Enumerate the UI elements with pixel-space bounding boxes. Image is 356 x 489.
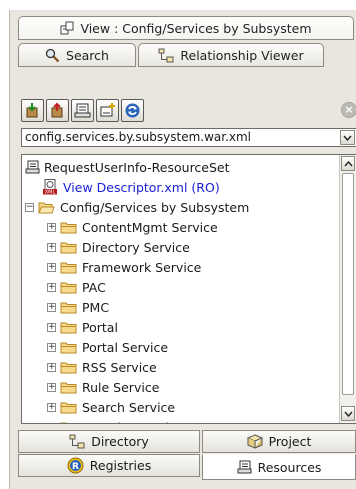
tab-registries-label: Registries [89, 458, 152, 473]
tab-relationship-label: Relationship Viewer [180, 47, 304, 63]
tree-item-label: Search Service [82, 399, 176, 415]
explorer-panel: View : Config/Services by Subsystem Sear… [9, 10, 356, 489]
resource-set-icon [74, 103, 91, 118]
vertical-scrollbar[interactable] [339, 155, 356, 423]
new-resource-icon [100, 103, 115, 117]
tab-resources-label: Resources [257, 459, 322, 475]
tree-item[interactable]: + Security Service [47, 417, 184, 424]
expand-icon[interactable]: + [47, 342, 56, 352]
directory-icon [69, 434, 85, 449]
tree-item-label: Portal [82, 319, 118, 335]
svg-text:R: R [72, 462, 79, 472]
collapse-icon[interactable]: − [25, 202, 34, 212]
scrollbar-thumb[interactable] [342, 173, 354, 395]
expand-icon[interactable]: + [47, 262, 56, 272]
tree-item[interactable]: + Portal Service [47, 337, 168, 357]
tree-group[interactable]: − Config/Services by Subsystem [25, 197, 249, 217]
export-button[interactable] [46, 99, 69, 122]
resources-icon [237, 460, 252, 474]
expand-icon[interactable]: + [47, 242, 56, 252]
scroll-up-icon[interactable] [341, 156, 355, 171]
tree-item-label: Rule Service [82, 379, 160, 395]
tree-group-label: Config/Services by Subsystem [60, 199, 250, 215]
refresh-button[interactable] [121, 99, 144, 122]
folder-icon [60, 222, 77, 233]
tree-item[interactable]: + ContentMgmt Service [47, 217, 218, 237]
tab-project-label: Project [268, 434, 312, 449]
tree-descriptor-label: View Descriptor.xml (RO) [63, 179, 220, 195]
tree-root-label: RequestUserInfo-ResourceSet [44, 159, 230, 175]
tree-item[interactable]: + Framework Service [47, 257, 201, 277]
tab-resources[interactable]: Resources [202, 454, 356, 480]
folder-icon [60, 322, 77, 333]
expand-icon[interactable]: + [47, 222, 56, 232]
folder-icon [60, 242, 77, 253]
tree-item-label: Directory Service [82, 239, 190, 255]
tab-search-label: Search [66, 47, 109, 63]
import-button[interactable] [21, 99, 44, 122]
expand-icon[interactable]: + [47, 402, 56, 412]
tab-directory-label: Directory [91, 434, 149, 449]
folder-icon [60, 282, 77, 293]
tree-item[interactable]: + Rule Service [47, 377, 159, 397]
folder-icon [60, 302, 77, 313]
view-resources-button[interactable] [71, 99, 94, 122]
relationship-icon [158, 48, 174, 63]
tree-item-label: Framework Service [82, 259, 202, 275]
tree-item[interactable]: + Portal [47, 317, 118, 337]
registries-icon: R [67, 457, 84, 474]
open-folder-icon [38, 202, 55, 213]
new-resource-button[interactable] [96, 99, 119, 122]
scroll-down-icon[interactable] [341, 406, 355, 421]
export-icon [51, 102, 63, 118]
svg-text:XML: XML [45, 190, 56, 196]
tree-item-label: PMC [82, 299, 110, 315]
xml-file-icon: XML [43, 179, 57, 196]
folder-icon [60, 362, 77, 373]
toolbar [21, 99, 144, 125]
tree-item-label: ContentMgmt Service [82, 219, 218, 235]
tree-item-label: RSS Service [82, 359, 157, 375]
refresh-icon [125, 103, 140, 118]
tree-item[interactable]: + RSS Service [47, 357, 157, 377]
tree-root[interactable]: RequestUserInfo-ResourceSet [25, 157, 230, 177]
tab-relationship-viewer[interactable]: Relationship Viewer [138, 43, 324, 67]
tree-item-label: PAC [82, 279, 106, 295]
tab-registries[interactable]: R Registries [18, 454, 200, 477]
resource-set-icon [25, 160, 40, 174]
expand-icon[interactable]: + [47, 422, 56, 423]
tab-view-label: View : Config/Services by Subsystem [80, 20, 312, 36]
stop-icon[interactable]: × [341, 102, 356, 118]
tree-item[interactable]: + Search Service [47, 397, 175, 417]
expand-icon[interactable]: + [47, 302, 56, 312]
descriptor-select[interactable]: config.services.by.subsystem.war.xml [21, 128, 356, 147]
project-icon [246, 434, 263, 449]
expand-icon[interactable]: + [47, 322, 56, 332]
expand-icon[interactable]: + [47, 362, 56, 372]
folder-icon [60, 422, 68, 423]
tree-item[interactable]: + PMC [47, 297, 109, 317]
view-icon [60, 21, 74, 35]
tree-descriptor[interactable]: XML View Descriptor.xml (RO) [42, 177, 220, 197]
tab-search[interactable]: Search [18, 43, 136, 67]
tab-directory[interactable]: Directory [18, 430, 200, 453]
tree-item[interactable]: + PAC [47, 277, 106, 297]
resource-tree: RequestUserInfo-ResourceSet XML View Des… [21, 154, 356, 424]
import-icon [26, 103, 38, 118]
descriptor-select-value: config.services.by.subsystem.war.xml [25, 130, 252, 144]
folder-icon [60, 382, 77, 393]
tab-view[interactable]: View : Config/Services by Subsystem [18, 16, 354, 40]
search-icon [45, 48, 60, 63]
expand-icon[interactable]: + [47, 282, 56, 292]
tree-item[interactable]: + Directory Service [47, 237, 190, 257]
folder-icon [60, 342, 77, 353]
expand-icon[interactable]: + [47, 382, 56, 392]
tab-project[interactable]: Project [202, 430, 356, 453]
folder-icon [60, 262, 77, 273]
folder-icon [60, 402, 77, 413]
tree-item-label: Portal Service [82, 339, 169, 355]
chevron-down-icon[interactable] [340, 130, 355, 145]
tree-item-label: Security Service [82, 420, 184, 424]
